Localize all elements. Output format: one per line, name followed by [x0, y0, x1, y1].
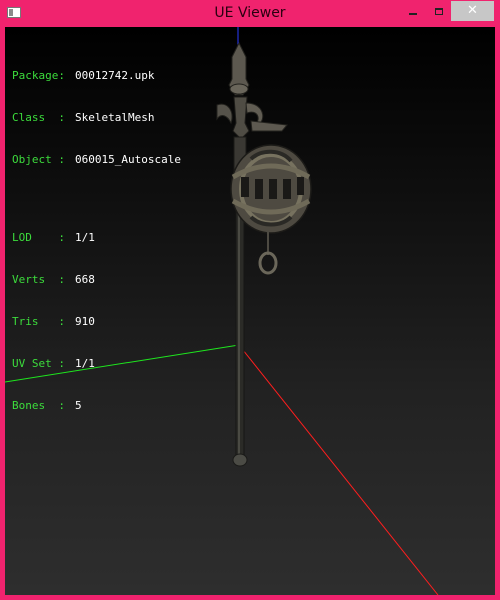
- info-label: LOD :: [12, 231, 65, 244]
- info-value: 668: [75, 273, 95, 286]
- maximize-icon: [434, 7, 443, 15]
- mesh-model: [216, 41, 312, 467]
- info-label: Object :: [12, 153, 65, 166]
- info-row-verts: Verts : 668: [12, 273, 181, 287]
- info-label: Tris :: [12, 315, 65, 328]
- title-bar[interactable]: UE Viewer ✕: [0, 0, 500, 27]
- info-row-lod: LOD : 1/1: [12, 231, 181, 245]
- minimize-button[interactable]: [400, 1, 425, 21]
- mesh-info-overlay: Package: 00012742.upk Class : SkeletalMesh…: [12, 41, 181, 441]
- info-value: 5: [75, 399, 82, 412]
- 3d-viewport[interactable]: Package: 00012742.upk Class : SkeletalMesh…: [5, 27, 495, 595]
- app-window: UE Viewer ✕ Package: 00012742.upk Class …: [0, 0, 500, 600]
- info-row-tris: Tris : 910: [12, 315, 181, 329]
- info-label: Bones :: [12, 399, 65, 412]
- info-row-object: Object : 060015_Autoscale: [12, 153, 181, 167]
- info-row-bones: Bones : 5: [12, 399, 181, 413]
- info-label: Class :: [12, 111, 65, 124]
- info-value: 1/1: [75, 357, 95, 370]
- info-value: SkeletalMesh: [75, 111, 155, 124]
- info-label: UV Set :: [12, 357, 65, 370]
- close-icon: ✕: [467, 3, 478, 18]
- info-row-class: Class : SkeletalMesh: [12, 111, 181, 125]
- minimize-icon: [408, 13, 417, 15]
- info-value: 00012742.upk: [75, 69, 155, 82]
- maximize-button[interactable]: [426, 1, 451, 21]
- info-row-uvset: UV Set : 1/1: [12, 357, 181, 371]
- info-value: 1/1: [75, 231, 95, 244]
- window-title: UE Viewer: [214, 5, 286, 21]
- close-button[interactable]: ✕: [451, 1, 494, 21]
- info-value: 060015_Autoscale: [75, 153, 181, 166]
- info-value: 910: [75, 315, 95, 328]
- info-label: Verts :: [12, 273, 65, 286]
- axis-x-line: [238, 344, 439, 595]
- info-row-package: Package: 00012742.upk: [12, 69, 181, 83]
- info-label: Package:: [12, 69, 65, 82]
